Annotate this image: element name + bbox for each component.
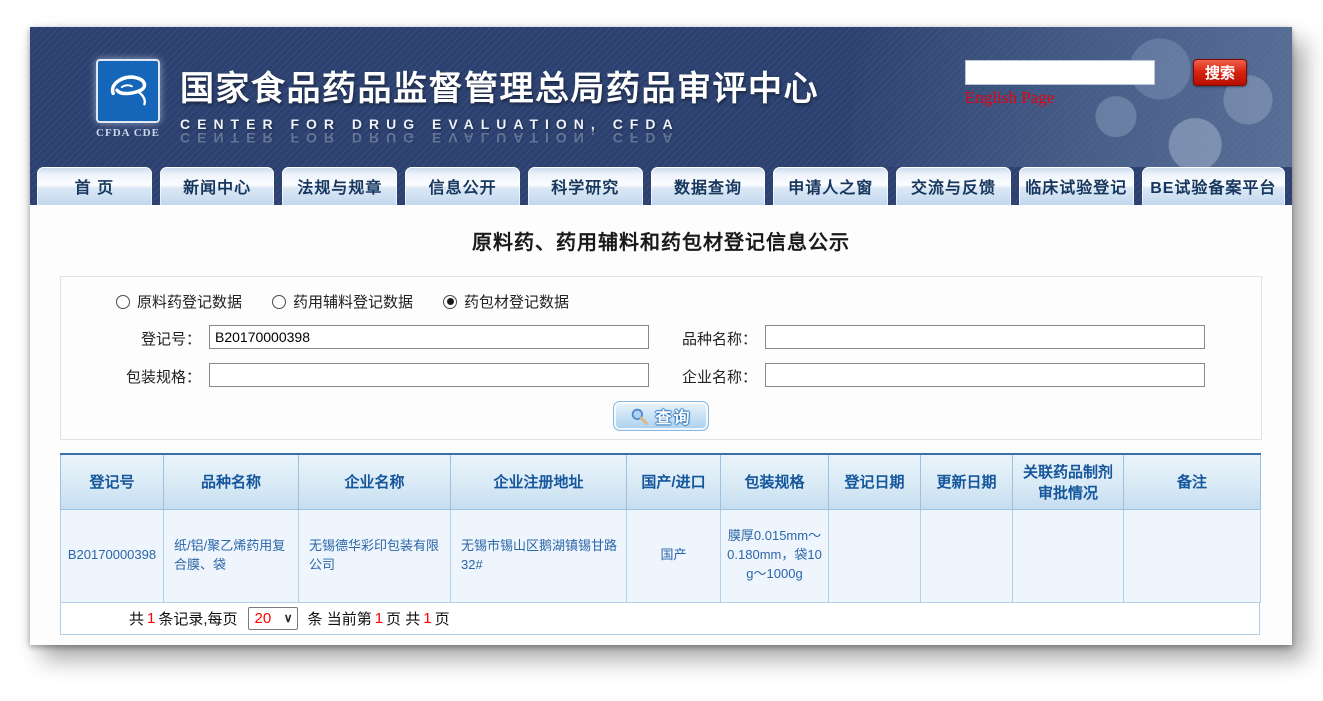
main-nav: 首 页 新闻中心 法规与规章 信息公开 科学研究 数据查询 申请人之窗 交流与反… bbox=[30, 167, 1292, 205]
pagination-bar: 共 1 条记录,每页 20 条 当前第 1 页 共 1 页 bbox=[60, 603, 1260, 635]
search-form: 原料药登记数据 药用辅料登记数据 药包材登记数据 登记号： 品种名称： bbox=[60, 276, 1262, 440]
company-name-input[interactable] bbox=[765, 363, 1205, 387]
desktop-background: CFDA CDE 国家食品药品监督管理总局药品审评中心 CENTER FOR D… bbox=[0, 0, 1323, 701]
radio-unchecked-icon bbox=[272, 295, 286, 309]
cde-logo-square bbox=[96, 59, 160, 123]
query-button-label: 查询 bbox=[655, 404, 691, 428]
pager-text: 条记录,每页 bbox=[158, 608, 237, 629]
registration-number-label: 登记号： bbox=[61, 328, 201, 349]
variety-name-input[interactable] bbox=[765, 325, 1205, 349]
cde-logo[interactable]: CFDA CDE bbox=[86, 59, 170, 139]
pager-text: 页 共 bbox=[386, 608, 420, 629]
cell-remarks bbox=[1124, 509, 1261, 602]
radio-packaging-material-data[interactable]: 药包材登记数据 bbox=[443, 291, 569, 312]
site-titles: 国家食品药品监督管理总局药品审评中心 CENTER FOR DRUG EVALU… bbox=[180, 61, 819, 146]
results-table-wrap: 登记号 品种名称 企业名称 企业注册地址 国产/进口 包装规格 登记日期 更新日… bbox=[60, 453, 1262, 635]
col-header-update-date: 更新日期 bbox=[921, 454, 1013, 509]
table-row: B20170000398 纸/铝/聚乙烯药用复合膜、袋 无锡德华彩印包装有限公司… bbox=[61, 509, 1261, 602]
logo-caption: CFDA CDE bbox=[86, 127, 170, 139]
header-search-button[interactable]: 搜索 bbox=[1193, 59, 1247, 86]
col-header-domestic-imported: 国产/进口 bbox=[627, 454, 721, 509]
pager-total-pages: 1 bbox=[423, 610, 431, 627]
nav-tab-home[interactable]: 首 页 bbox=[37, 167, 152, 205]
nav-tab-communication[interactable]: 交流与反馈 bbox=[896, 167, 1011, 205]
radio-unchecked-icon bbox=[116, 295, 130, 309]
page-content: 原料药、药用辅料和药包材登记信息公示 原料药登记数据 药用辅料登记数据 药包材登… bbox=[30, 205, 1292, 645]
packaging-spec-label: 包装规格： bbox=[61, 366, 201, 387]
nav-tab-clinical-trial-registry[interactable]: 临床试验登记 bbox=[1019, 167, 1134, 205]
nav-tab-research[interactable]: 科学研究 bbox=[528, 167, 643, 205]
data-type-radios: 原料药登记数据 药用辅料登记数据 药包材登记数据 bbox=[116, 291, 569, 312]
company-name-label: 企业名称： bbox=[619, 366, 757, 387]
site-subtitle-reflection: CENTER FOR DRUG EVALUATION, CFDA bbox=[180, 130, 819, 146]
form-row-2: 包装规格： 企业名称： bbox=[61, 363, 1261, 387]
chevron-down-icon bbox=[284, 611, 293, 625]
col-header-company-address: 企业注册地址 bbox=[451, 454, 627, 509]
nav-tab-be-trial-platform[interactable]: BE试验备案平台 bbox=[1142, 167, 1285, 205]
cell-update-date bbox=[921, 509, 1013, 602]
col-header-remarks: 备注 bbox=[1124, 454, 1261, 509]
radio-label: 药包材登记数据 bbox=[464, 291, 569, 312]
pager-current-page: 1 bbox=[375, 610, 383, 627]
pager-text: 条 当前第 bbox=[308, 608, 372, 629]
page-title: 原料药、药用辅料和药包材登记信息公示 bbox=[30, 205, 1292, 255]
header-search-input[interactable] bbox=[965, 60, 1155, 85]
cell-company-address: 无锡市锡山区鹅湖镇锡甘路32# bbox=[451, 509, 627, 602]
col-header-registration-date: 登记日期 bbox=[829, 454, 921, 509]
form-row-1: 登记号： 品种名称： bbox=[61, 325, 1261, 349]
col-header-packaging-spec: 包装规格 bbox=[721, 454, 829, 509]
table-header-row: 登记号 品种名称 企业名称 企业注册地址 国产/进口 包装规格 登记日期 更新日… bbox=[61, 454, 1261, 509]
packaging-spec-input[interactable] bbox=[209, 363, 649, 387]
pager-text: 共 bbox=[129, 608, 144, 629]
nav-tab-applicant-window[interactable]: 申请人之窗 bbox=[773, 167, 888, 205]
site-header: CFDA CDE 国家食品药品监督管理总局药品审评中心 CENTER FOR D… bbox=[30, 27, 1292, 205]
pager-text: 页 bbox=[435, 608, 450, 629]
cell-variety-name: 纸/铝/聚乙烯药用复合膜、袋 bbox=[164, 509, 299, 602]
col-header-variety-name: 品种名称 bbox=[164, 454, 299, 509]
pager-total-count: 1 bbox=[147, 610, 155, 627]
page-size-value: 20 bbox=[255, 610, 272, 627]
cell-company-name: 无锡德华彩印包装有限公司 bbox=[299, 509, 451, 602]
pills-background-image bbox=[852, 27, 1292, 167]
cde-swirl-icon bbox=[100, 66, 156, 116]
radio-excipient-data[interactable]: 药用辅料登记数据 bbox=[272, 291, 413, 312]
col-header-registration-number: 登记号 bbox=[61, 454, 164, 509]
site-title: 国家食品药品监督管理总局药品审评中心 bbox=[180, 61, 819, 110]
registration-number-input[interactable] bbox=[209, 325, 649, 349]
nav-tab-news[interactable]: 新闻中心 bbox=[160, 167, 275, 205]
radio-label: 原料药登记数据 bbox=[137, 291, 242, 312]
col-header-company-name: 企业名称 bbox=[299, 454, 451, 509]
col-header-related-approval: 关联药品制剂审批情况 bbox=[1013, 454, 1124, 509]
header-banner: CFDA CDE 国家食品药品监督管理总局药品审评中心 CENTER FOR D… bbox=[30, 27, 1292, 167]
page-size-select[interactable]: 20 bbox=[248, 607, 298, 630]
radio-raw-material-data[interactable]: 原料药登记数据 bbox=[116, 291, 242, 312]
nav-tab-info-disclosure[interactable]: 信息公开 bbox=[405, 167, 520, 205]
search-icon bbox=[630, 407, 649, 426]
nav-tab-data-query[interactable]: 数据查询 bbox=[651, 167, 766, 205]
radio-checked-icon bbox=[443, 295, 457, 309]
query-button[interactable]: 查询 bbox=[613, 401, 709, 431]
cell-registration-number: B20170000398 bbox=[61, 509, 164, 602]
radio-label: 药用辅料登记数据 bbox=[293, 291, 413, 312]
nav-tab-regulations[interactable]: 法规与规章 bbox=[282, 167, 397, 205]
browser-page: CFDA CDE 国家食品药品监督管理总局药品审评中心 CENTER FOR D… bbox=[30, 27, 1292, 645]
results-table: 登记号 品种名称 企业名称 企业注册地址 国产/进口 包装规格 登记日期 更新日… bbox=[60, 453, 1261, 603]
cell-related-approval bbox=[1013, 509, 1124, 602]
cell-packaging-spec: 膜厚0.015mm～0.180mm，袋10g～1000g bbox=[721, 509, 829, 602]
cell-domestic-imported: 国产 bbox=[627, 509, 721, 602]
english-page-link[interactable]: English Page bbox=[965, 88, 1054, 108]
cell-registration-date bbox=[829, 509, 921, 602]
variety-name-label: 品种名称： bbox=[619, 328, 757, 349]
